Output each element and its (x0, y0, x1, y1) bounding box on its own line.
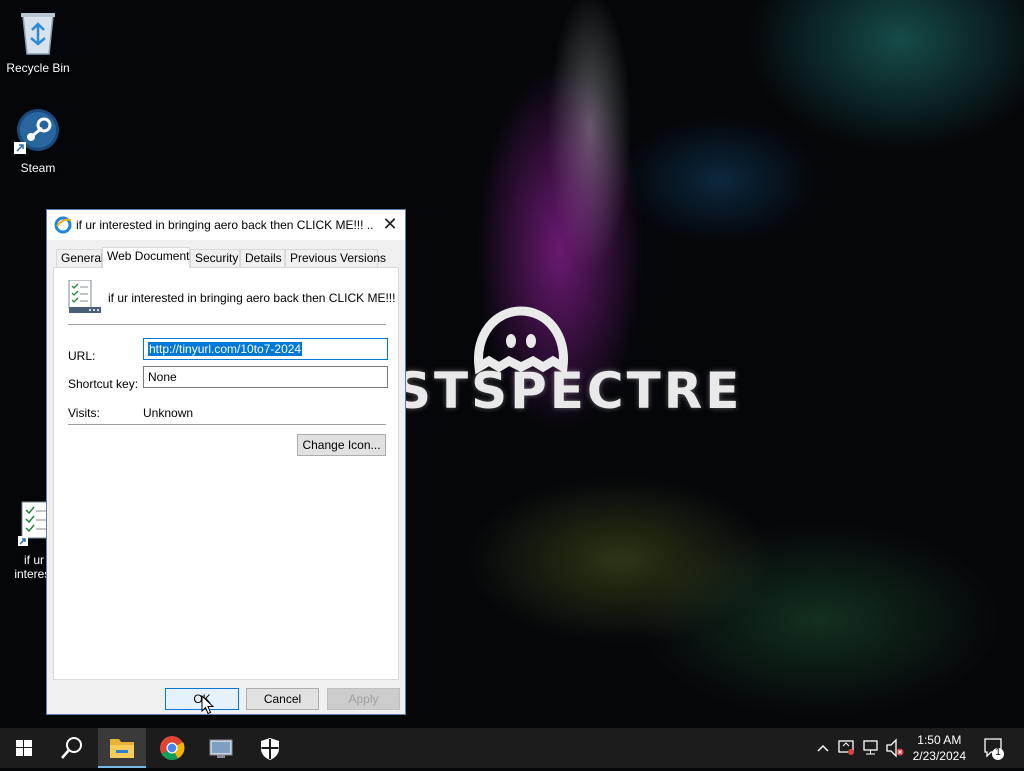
chrome-icon (160, 736, 185, 761)
file-explorer-icon (110, 739, 134, 758)
remote-desktop-icon (209, 739, 233, 758)
taskbar-remote-desktop[interactable] (197, 728, 245, 768)
document-name: if ur interested in bringing aero back t… (108, 291, 396, 305)
apply-button[interactable]: Apply (327, 688, 400, 710)
close-icon[interactable]: ✕ (375, 210, 405, 240)
web-document-icon (68, 280, 101, 313)
visits-label: Visits: (68, 406, 100, 420)
wallpaper-brand-text: STSPECTRE (395, 362, 743, 420)
tab-previous-versions[interactable]: Previous Versions (285, 249, 386, 267)
cancel-button[interactable]: Cancel (246, 688, 319, 710)
visits-value: Unknown (143, 406, 194, 420)
desktop-icon-label: Steam (20, 161, 56, 175)
volume-control[interactable] (884, 728, 906, 768)
steam-icon (14, 109, 59, 154)
shortcut-key-label: Shortcut key: (68, 377, 139, 391)
show-hidden-icons[interactable] (814, 728, 832, 768)
shortcut-key-value: None (148, 370, 177, 384)
url-label: URL: (68, 349, 96, 363)
taskbar-file-explorer[interactable] (98, 728, 146, 768)
clock-time: 1:50 AM (917, 733, 962, 747)
system-clock[interactable]: 1:50 AM 2/23/2024 (913, 732, 966, 764)
properties-dialog: if ur interested in bringing aero back t… (46, 209, 406, 715)
taskbar: 1:50 AM 2/23/2024 1 (0, 728, 1024, 768)
chevron-up-icon (817, 744, 829, 752)
network-icon (863, 740, 878, 755)
internet-shortcut-icon (54, 216, 72, 234)
search-button[interactable] (48, 728, 96, 768)
dialog-titlebar[interactable]: if ur interested in bringing aero back t… (47, 210, 405, 240)
change-icon-button[interactable]: Change Icon... (297, 434, 386, 456)
action-center-button[interactable]: 1 (980, 728, 1010, 768)
tab-details[interactable]: Details (240, 249, 285, 267)
dialog-title: if ur interested in bringing aero back t… (76, 218, 374, 232)
volume-muted-icon (886, 738, 904, 758)
start-button[interactable] (0, 728, 48, 768)
tab-security[interactable]: Security (190, 249, 240, 267)
desktop-icon-recycle-bin[interactable]: Recycle Bin (0, 8, 76, 75)
desktop-icon-steam[interactable]: Steam (0, 108, 76, 175)
start-icon (16, 740, 32, 756)
taskbar-chrome[interactable] (148, 728, 196, 768)
divider (68, 424, 386, 425)
taskbar-windows-security[interactable] (246, 728, 294, 768)
recycle-bin-icon (21, 13, 55, 55)
tray-app[interactable] (836, 728, 856, 768)
desktop-icon-label: Recycle Bin (6, 61, 70, 75)
tab-web-document[interactable]: Web Document (102, 247, 190, 268)
notification-count: 1 (995, 747, 1001, 758)
divider (68, 324, 386, 325)
remote-tray-icon (838, 740, 854, 755)
tab-general[interactable]: General (56, 249, 104, 267)
windows-security-icon (261, 738, 279, 760)
mouse-cursor-icon (201, 695, 215, 715)
url-input[interactable]: http://tinyurl.com/10to7-2024 (143, 338, 388, 360)
network-status[interactable] (860, 728, 882, 768)
clock-date: 2/23/2024 (912, 749, 966, 763)
url-value: http://tinyurl.com/10to7-2024 (148, 342, 303, 356)
web-document-tab-page: if ur interested in bringing aero back t… (53, 267, 399, 680)
search-icon (61, 737, 82, 759)
shortcut-key-input[interactable]: None (143, 366, 388, 388)
